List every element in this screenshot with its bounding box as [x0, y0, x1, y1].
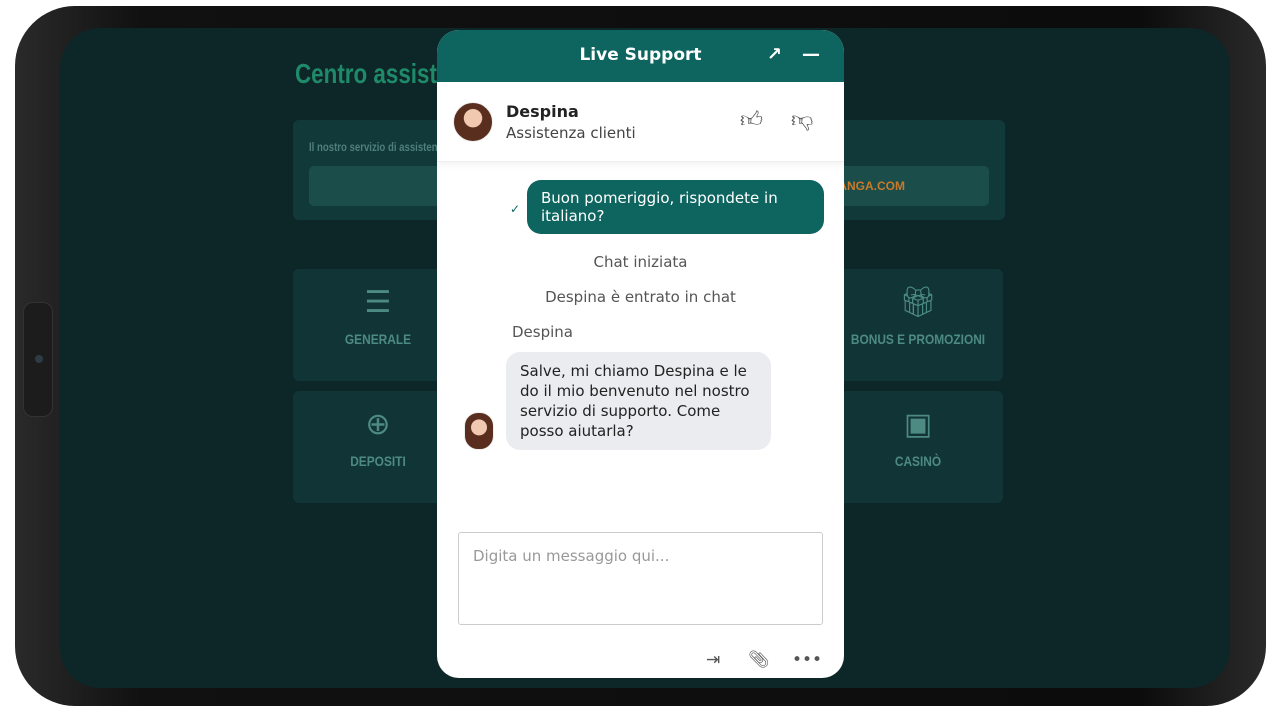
category-label: BONUS E PROMOZIONI — [850, 331, 986, 347]
attachment-icon[interactable]: 📎︎ — [748, 650, 770, 670]
sent-check-icon: ✓ — [510, 202, 521, 216]
agent-name: Despina — [506, 102, 579, 121]
category-casino[interactable]: ▣ CASINÒ — [833, 391, 1003, 503]
agent-bar: Despina Assistenza clienti 👍︎ 👎︎ — [437, 82, 844, 162]
status-chat-started: Chat iniziata — [593, 253, 688, 271]
chat-header: Live Support ↗ — — [437, 30, 844, 82]
slot-machine-icon: ▣ — [903, 407, 933, 442]
thumbs-up-icon[interactable]: 👍︎ — [740, 106, 763, 133]
category-label: CASINÒ — [894, 453, 942, 469]
expand-icon[interactable]: ↗ — [767, 30, 782, 80]
service-text: Il nostro servizio di assistenza — [309, 140, 448, 154]
thumbs-down-icon[interactable]: 👎︎ — [791, 106, 813, 133]
agent-avatar — [453, 102, 493, 142]
message-input[interactable] — [458, 532, 823, 625]
live-support-widget: Live Support ↗ — Despina Assistenza clie… — [437, 30, 844, 678]
chat-title: Live Support — [579, 45, 702, 65]
minimize-icon[interactable]: — — [802, 30, 820, 80]
agent-avatar-small — [464, 412, 494, 450]
gift-icon: 🎁︎ — [898, 285, 938, 320]
message-sender: Despina — [512, 323, 573, 341]
device-camera — [23, 302, 53, 417]
end-chat-icon[interactable]: ⇥ — [706, 650, 720, 670]
agent-role: Assistenza clienti — [506, 124, 636, 142]
status-agent-joined: Despina è entrato in chat — [545, 288, 736, 306]
outgoing-message: Buon pomeriggio, rispondete in italiano? — [527, 180, 824, 234]
category-label: GENERALE — [344, 331, 412, 347]
category-bonus[interactable]: 🎁︎ BONUS E PROMOZIONI — [833, 269, 1003, 381]
category-label: DEPOSITI — [350, 453, 406, 469]
incoming-message: Salve, mi chiamo Despina e le do il mio … — [506, 352, 771, 450]
more-options-icon[interactable]: ••• — [792, 650, 822, 670]
